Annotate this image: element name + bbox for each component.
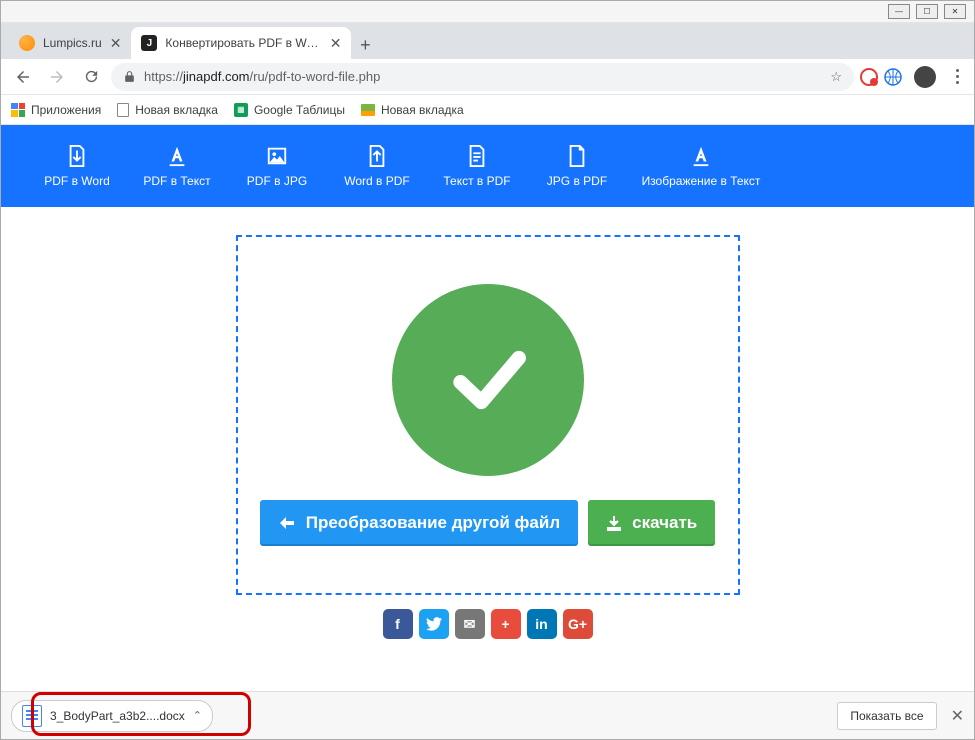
window-maximize[interactable]: ☐	[916, 4, 938, 19]
browser-menu-button[interactable]	[948, 69, 966, 84]
url-input[interactable]: https://jinapdf.com/ru/pdf-to-word-file.…	[111, 63, 854, 91]
extension-globe-icon[interactable]	[884, 68, 902, 86]
bookmark-label: Google Таблицы	[254, 103, 345, 117]
convert-another-button[interactable]: Преобразование другой файл	[260, 500, 578, 546]
new-tab-button[interactable]: +	[351, 31, 379, 59]
lock-icon	[123, 70, 136, 83]
apps-label: Приложения	[31, 103, 101, 117]
share-linkedin[interactable]: in	[527, 609, 557, 639]
download-item[interactable]: 3_BodyPart_a3b2....docx ⌃	[11, 700, 213, 732]
arrow-left-icon	[278, 516, 296, 530]
share-twitter[interactable]	[419, 609, 449, 639]
docx-file-icon	[22, 705, 42, 727]
text-underline-icon	[690, 144, 712, 168]
button-label: Преобразование другой файл	[306, 513, 560, 533]
page-lines-icon	[466, 144, 488, 168]
tool-pdf-to-text[interactable]: PDF в Текст	[131, 144, 223, 188]
tool-label: Изображение в Текст	[642, 174, 761, 188]
drop-zone[interactable]: Преобразование другой файл скачать	[236, 235, 740, 595]
conversion-toolbar: PDF в Word PDF в Текст PDF в JPG Word в …	[1, 125, 974, 207]
tool-pdf-to-word[interactable]: PDF в Word	[31, 144, 123, 188]
tab-strip: Lumpics.ru ✕ J Конвертировать PDF в Word…	[1, 23, 974, 59]
success-check-icon	[392, 284, 584, 476]
window-close[interactable]: ✕	[944, 4, 966, 19]
bookmark-label: Новая вкладка	[381, 103, 464, 117]
apps-icon	[11, 103, 25, 117]
back-button[interactable]	[9, 63, 37, 91]
tool-jpg-to-pdf[interactable]: JPG в PDF	[531, 144, 623, 188]
download-menu-chevron-icon[interactable]: ⌃	[193, 709, 202, 722]
bookmark-item[interactable]: ▦ Google Таблицы	[234, 103, 345, 117]
text-underline-icon	[166, 144, 188, 168]
forward-button[interactable]	[43, 63, 71, 91]
profile-avatar[interactable]	[914, 66, 936, 88]
tool-label: Word в PDF	[344, 174, 410, 188]
address-bar-row: https://jinapdf.com/ru/pdf-to-word-file.…	[1, 59, 974, 95]
action-buttons: Преобразование другой файл скачать	[260, 500, 716, 546]
button-label: скачать	[632, 513, 697, 533]
tool-label: JPG в PDF	[547, 174, 607, 188]
reload-button[interactable]	[77, 63, 105, 91]
download-icon	[606, 515, 622, 531]
window-titlebar: — ☐ ✕	[1, 1, 974, 23]
download-button[interactable]: скачать	[588, 500, 715, 546]
tool-label: PDF в Текст	[143, 174, 210, 188]
bookmark-item[interactable]: Новая вкладка	[117, 103, 218, 117]
show-all-downloads-button[interactable]: Показать все	[837, 702, 936, 730]
close-download-shelf-button[interactable]: ✕	[951, 706, 964, 726]
share-facebook[interactable]: f	[383, 609, 413, 639]
favicon-icon	[19, 35, 35, 51]
page-out-icon	[66, 144, 88, 168]
picture-icon	[361, 104, 375, 116]
image-icon	[266, 144, 288, 168]
tab-title: Конвертировать PDF в Word - P	[165, 36, 321, 50]
tool-image-to-text[interactable]: Изображение в Текст	[631, 144, 771, 188]
tool-label: PDF в Word	[44, 174, 110, 188]
page-in-icon	[366, 144, 388, 168]
tab-title: Lumpics.ru	[43, 36, 102, 50]
page-fold-icon	[566, 144, 588, 168]
bookmark-star-icon[interactable]: ☆	[830, 69, 842, 85]
share-googleplus[interactable]: G+	[563, 609, 593, 639]
page-content: PDF в Word PDF в Текст PDF в JPG Word в …	[1, 125, 974, 691]
tab-close-icon[interactable]: ✕	[110, 35, 122, 52]
share-addthis[interactable]: +	[491, 609, 521, 639]
bookmarks-bar: Приложения Новая вкладка ▦ Google Таблиц…	[1, 95, 974, 125]
social-share-row: f ✉ + in G+	[1, 609, 974, 639]
url-text: https://jinapdf.com/ru/pdf-to-word-file.…	[144, 69, 380, 84]
tab-lumpics[interactable]: Lumpics.ru ✕	[9, 27, 131, 59]
download-filename: 3_BodyPart_a3b2....docx	[50, 709, 185, 723]
tool-pdf-to-jpg[interactable]: PDF в JPG	[231, 144, 323, 188]
window-minimize[interactable]: —	[888, 4, 910, 19]
favicon-icon: J	[141, 35, 157, 51]
page-icon	[117, 103, 129, 117]
tool-label: Текст в PDF	[443, 174, 510, 188]
extension-opera-icon[interactable]	[860, 68, 878, 86]
share-email[interactable]: ✉	[455, 609, 485, 639]
bookmark-item[interactable]: Новая вкладка	[361, 103, 464, 117]
tab-close-icon[interactable]: ✕	[330, 35, 342, 52]
tool-word-to-pdf[interactable]: Word в PDF	[331, 144, 423, 188]
bookmark-label: Новая вкладка	[135, 103, 218, 117]
sheets-icon: ▦	[234, 103, 248, 117]
tool-text-to-pdf[interactable]: Текст в PDF	[431, 144, 523, 188]
apps-shortcut[interactable]: Приложения	[11, 103, 101, 117]
tool-label: PDF в JPG	[247, 174, 307, 188]
download-shelf: 3_BodyPart_a3b2....docx ⌃ Показать все ✕	[1, 691, 974, 739]
tab-jinapdf[interactable]: J Конвертировать PDF в Word - P ✕	[131, 27, 351, 59]
